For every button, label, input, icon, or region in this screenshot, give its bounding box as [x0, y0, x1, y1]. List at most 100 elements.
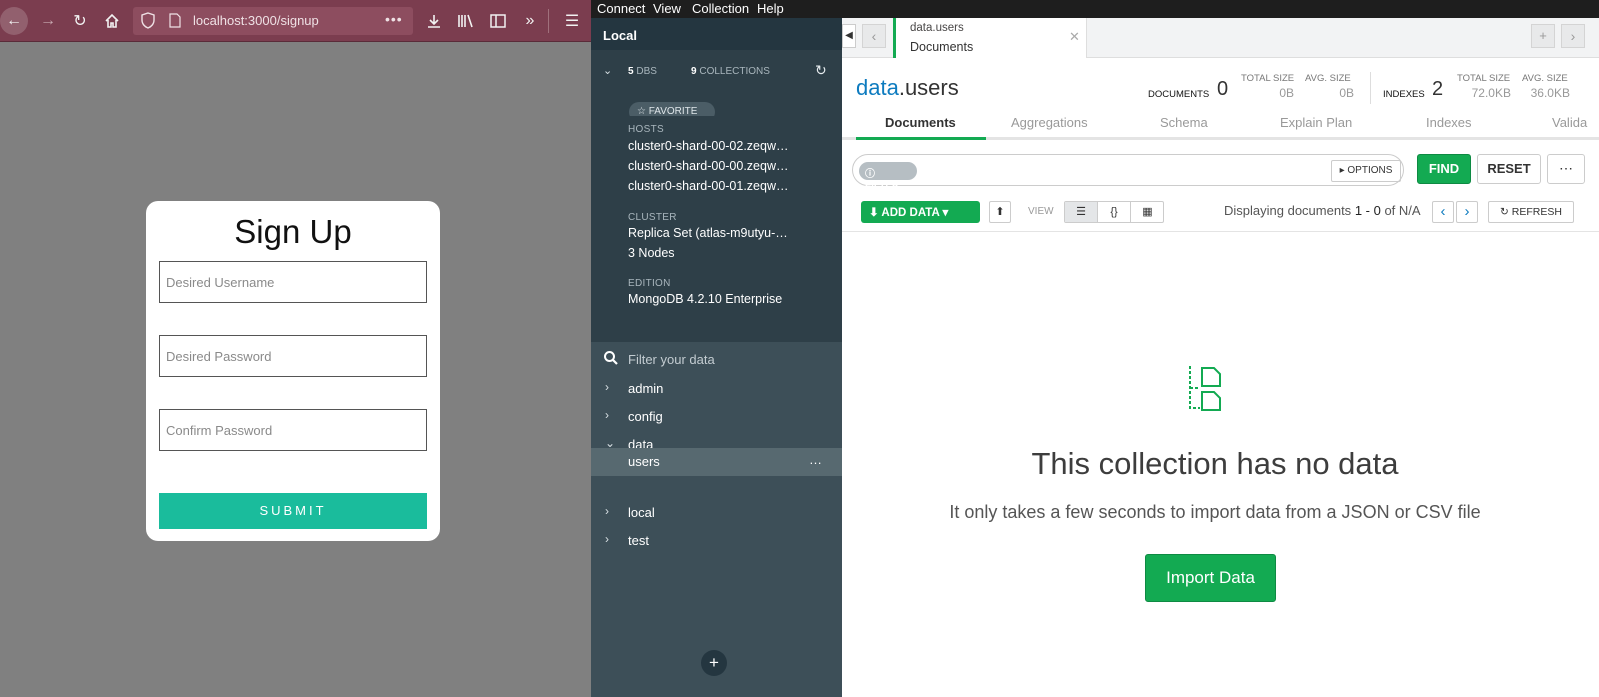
filter-pill: ⓘ FILTER [859, 162, 917, 191]
tab-next-icon[interactable]: › [1561, 24, 1585, 48]
add-data-button[interactable]: ⬇ ADD DATA ▾ [861, 201, 980, 223]
host-item: cluster0-shard-00-02.zeqw… [628, 139, 789, 153]
chevron-right-icon[interactable]: › [605, 532, 609, 546]
json-view-icon[interactable]: {} [1098, 202, 1131, 222]
main-panel: ◀ ‹ data.users Documents ✕ + › data.user… [842, 18, 1599, 697]
cluster-nodes: 3 Nodes [628, 246, 675, 260]
reload-icon[interactable]: ↻ [66, 7, 94, 35]
chevron-right-icon[interactable]: › [605, 408, 609, 422]
menu-bar: Connect View Collection Help [591, 0, 1599, 18]
sidebar-toggle-icon[interactable] [484, 7, 512, 35]
tab-label: Documents [910, 40, 974, 54]
menu-help[interactable]: Help [757, 1, 784, 16]
chevron-right-icon[interactable]: › [605, 504, 609, 518]
import-data-button[interactable]: Import Data [1145, 554, 1276, 602]
tab-bar: ◀ ‹ data.users Documents ✕ + › [842, 18, 1599, 58]
db-name: test [628, 533, 649, 548]
tab-namespace: data.users [910, 22, 964, 34]
subtab-validation[interactable]: Valida [1552, 115, 1587, 130]
back-icon[interactable]: ← [0, 7, 28, 35]
db-name: config [628, 409, 663, 424]
sidebar-collection-users[interactable]: users … [591, 448, 842, 476]
download-icon[interactable] [420, 7, 448, 35]
sidebar-db-test[interactable]: › test [591, 528, 842, 554]
forward-icon[interactable]: → [34, 7, 62, 35]
document-action-bar: ⬇ ADD DATA ▾ ⬆ VIEW ☰ {} ▦ Displaying do… [842, 196, 1599, 232]
query-more-button[interactable]: ⋯ [1547, 154, 1585, 184]
hosts-label: HOSTS [628, 124, 664, 135]
sidebar: Local ⌄ 5 DBS 9 COLLECTIONS ↻ ☆ FAVORITE… [591, 18, 842, 697]
overflow-chevron-icon[interactable]: » [516, 7, 544, 35]
shield-icon[interactable] [141, 12, 155, 29]
hamburger-menu-icon[interactable]: ☰ [558, 7, 586, 35]
collection-part: .users [898, 75, 959, 100]
menu-view[interactable]: View [653, 1, 681, 16]
collapse-sidebar-icon[interactable]: ◀ [842, 24, 856, 48]
new-tab-icon[interactable]: + [1531, 24, 1555, 48]
chevron-down-icon[interactable]: ⌄ [603, 64, 612, 77]
find-button[interactable]: FIND [1417, 154, 1471, 184]
db-name: admin [628, 381, 664, 396]
stats-divider [1370, 72, 1371, 104]
home-icon[interactable] [98, 7, 126, 35]
cluster-label: CLUSTER [628, 212, 677, 223]
collection-name: users [628, 454, 660, 469]
subtab-aggregations[interactable]: Aggregations [1011, 115, 1088, 130]
list-view-icon[interactable]: ☰ [1065, 202, 1098, 222]
db-name: local [628, 505, 655, 520]
menu-connect[interactable]: Connect [597, 1, 645, 16]
browser-window: ← → ↻ localhost:3000/signup ••• » ☰ Sign… [0, 0, 591, 697]
tab-prev-icon[interactable]: ‹ [862, 24, 886, 48]
compass-window: Connect View Collection Help Local ⌄ 5 D… [591, 0, 1599, 697]
filter-query-input[interactable]: ⓘ FILTER ▸ OPTIONS [852, 154, 1404, 191]
refresh-button[interactable]: ↻ REFRESH [1488, 201, 1574, 223]
username-input[interactable]: Desired Username [159, 261, 427, 303]
avg-size-label: AVG. SIZE [1305, 73, 1351, 84]
password-input[interactable]: Desired Password [159, 335, 427, 377]
subtab-documents[interactable]: Documents [885, 115, 956, 130]
documents-count: 0 [1217, 78, 1229, 100]
sidebar-db-local[interactable]: › local [591, 500, 842, 526]
reset-button[interactable]: RESET [1477, 154, 1541, 184]
subtab-indexes[interactable]: Indexes [1426, 115, 1472, 130]
refresh-icon[interactable]: ↻ [815, 62, 827, 79]
submit-button[interactable]: SUBMIT [159, 493, 427, 529]
menu-collection[interactable]: Collection [692, 1, 749, 16]
chevron-right-icon[interactable]: › [605, 380, 609, 394]
browser-toolbar: ← → ↻ localhost:3000/signup ••• » ☰ [0, 0, 591, 42]
url-bar[interactable]: localhost:3000/signup ••• [133, 7, 413, 35]
db-link[interactable]: data [856, 75, 899, 100]
sidebar-title: Local [591, 18, 842, 50]
sidebar-filter-input[interactable]: Filter your data [591, 342, 842, 376]
collection-more-icon[interactable]: … [809, 452, 822, 467]
add-database-button[interactable]: + [701, 650, 727, 676]
search-icon [604, 351, 618, 365]
sidebar-db-admin[interactable]: › admin [591, 376, 842, 402]
subtab-schema[interactable]: Schema [1160, 115, 1208, 130]
signup-card: Sign Up Desired Username Desired Passwor… [146, 201, 440, 541]
collections-count: 9 COLLECTIONS [691, 66, 770, 77]
subtab-explain-plan[interactable]: Explain Plan [1280, 115, 1352, 130]
view-toggle: ☰ {} ▦ [1064, 201, 1164, 223]
library-icon[interactable] [452, 7, 480, 35]
page-icon [169, 13, 181, 28]
close-icon[interactable]: ✕ [1069, 29, 1080, 45]
host-item: cluster0-shard-00-01.zeqw… [628, 179, 789, 193]
active-subtab-indicator [856, 137, 986, 140]
filter-placeholder: Filter your data [628, 352, 715, 367]
tab-documents[interactable]: data.users Documents ✕ [893, 18, 1087, 58]
documents-empty-icon [1189, 366, 1221, 411]
avg-size-value: 0B [1339, 86, 1354, 100]
index-total-size-label: TOTAL SIZE [1457, 73, 1511, 84]
page-next-icon[interactable]: › [1456, 201, 1478, 223]
options-button[interactable]: ▸ OPTIONS [1331, 160, 1401, 182]
page-actions-icon[interactable]: ••• [385, 11, 403, 27]
indexes-label: INDEXES [1383, 89, 1425, 100]
sidebar-db-config[interactable]: › config [591, 404, 842, 430]
export-icon[interactable]: ⬆ [989, 201, 1011, 223]
url-text[interactable]: localhost:3000/signup [193, 13, 319, 28]
confirm-password-input[interactable]: Confirm Password [159, 409, 427, 451]
collection-subtabs: Documents Aggregations Schema Explain Pl… [842, 110, 1599, 140]
table-view-icon[interactable]: ▦ [1131, 202, 1164, 222]
page-prev-icon[interactable]: ‹ [1432, 201, 1454, 223]
